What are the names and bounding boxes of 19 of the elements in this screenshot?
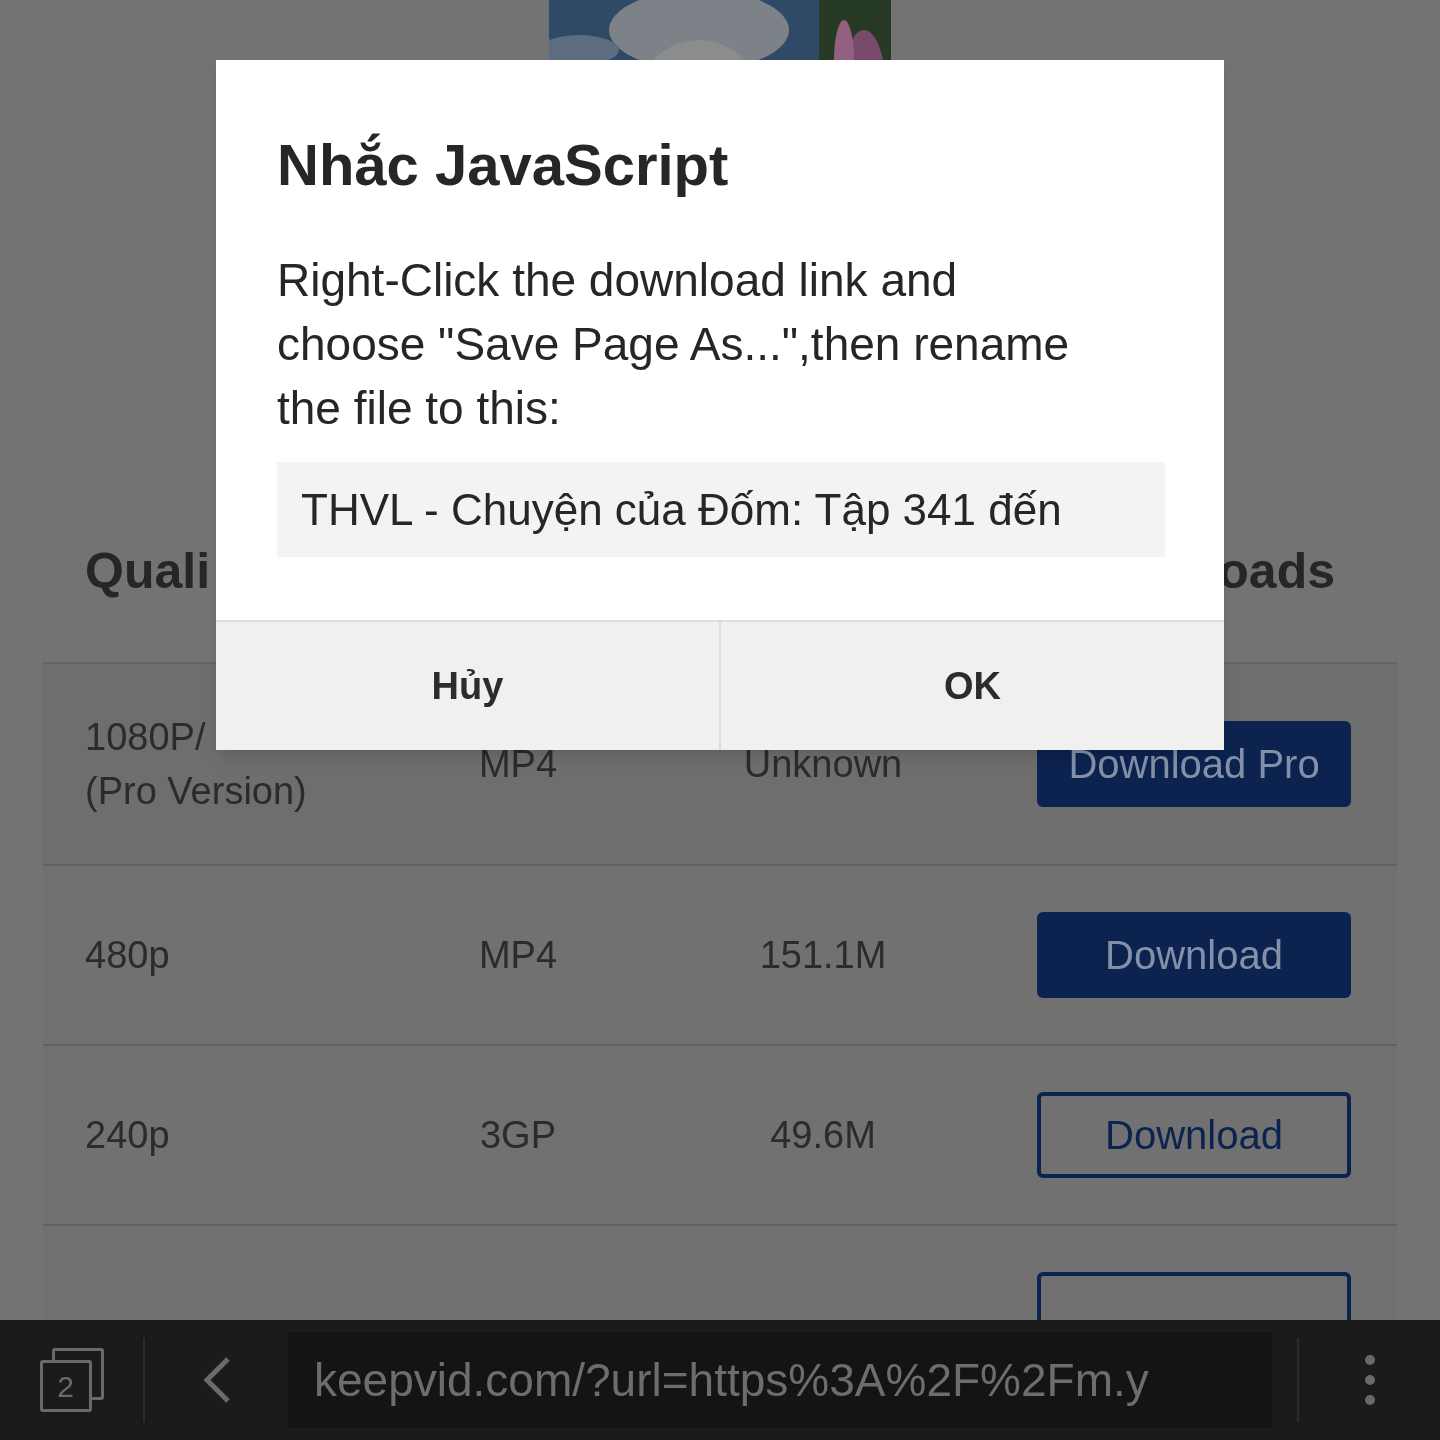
address-bar[interactable]: keepvid.com/?url=https%3A%2F%2Fm.y (288, 1332, 1272, 1428)
dialog-title: Nhắc JavaScript (277, 131, 730, 199)
dialog-message: Right-Click the download link and choose "Save Page As...",then rename the file to this: (277, 253, 1071, 436)
table-cell-text: 151.1M (759, 932, 887, 978)
table-cell-text: 1080P/ (85, 715, 207, 760)
menu-icon[interactable] (1363, 1354, 1376, 1406)
download-button[interactable]: Download (1037, 1092, 1351, 1178)
input-field[interactable]: THVL - Chuyện của Đốm: Tập 341 đến (277, 462, 1165, 557)
table-cell-text: 240p (85, 1113, 171, 1158)
back-icon[interactable] (201, 1356, 232, 1404)
download-button[interactable]: Download (1037, 912, 1351, 998)
table-cell-text: 480p (85, 933, 171, 978)
column-header: Quali (85, 541, 211, 601)
column-header: oads (1218, 541, 1336, 601)
table-cell-text: 49.6M (770, 1112, 876, 1158)
dialog-button[interactable]: OK (719, 622, 1224, 750)
table-cell-text: (Pro Version) (85, 769, 308, 814)
table-cell-text: 3GP (479, 1112, 556, 1158)
table-cell-text: MP4 (478, 932, 558, 978)
